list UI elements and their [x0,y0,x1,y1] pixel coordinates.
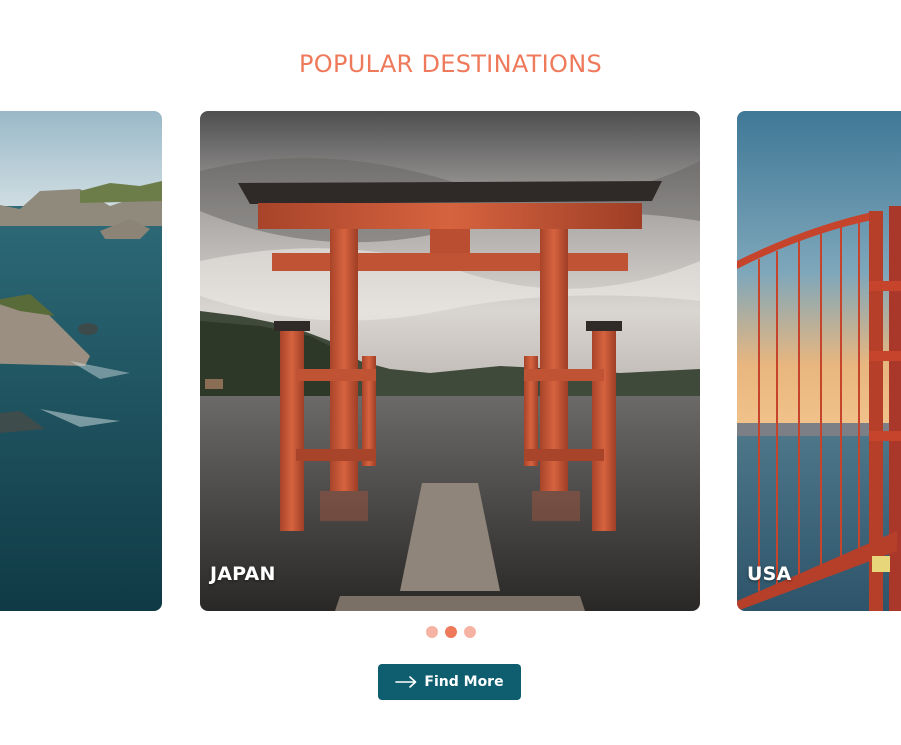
pagination-dot-3[interactable] [463,626,476,638]
find-more-label: Find More [424,674,504,690]
destination-card-coast[interactable] [0,111,162,611]
find-more-button[interactable]: Find More [378,664,521,700]
pagination-dot-1[interactable] [425,626,438,638]
section-title: POPULAR DESTINATIONS [299,50,602,78]
destination-label: JAPAN [210,563,276,585]
destination-card-japan[interactable]: JAPAN [200,111,700,611]
destination-label: USA [747,563,792,585]
pagination-dot-2-active[interactable] [444,626,457,638]
japan-torii-photo [200,111,700,611]
arrow-right-icon [395,676,417,688]
destinations-carousel[interactable]: JAPAN USA [0,111,901,611]
destination-card-usa[interactable]: USA [737,111,901,611]
usa-golden-gate-photo [737,111,901,611]
destinations-section: POPULAR DESTINATIONS JAPAN USA Find More [0,0,901,745]
coast-photo [0,111,162,611]
carousel-pagination [0,626,901,638]
